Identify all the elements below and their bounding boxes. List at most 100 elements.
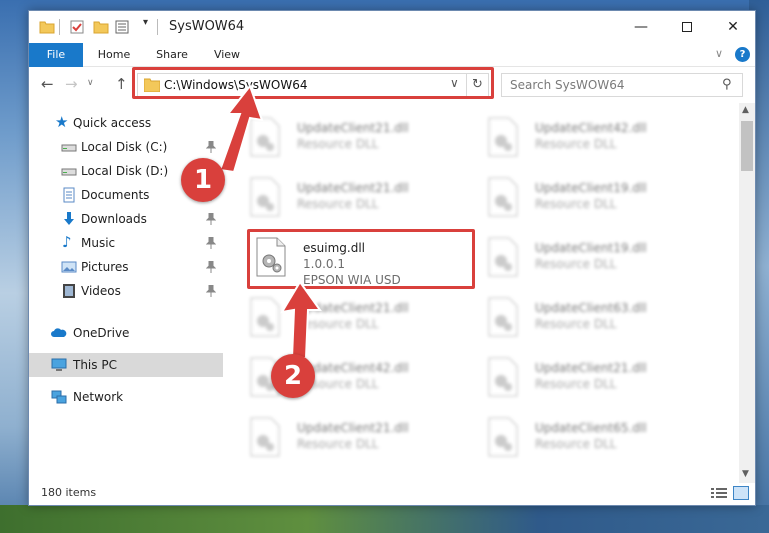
help-icon[interactable]: ? xyxy=(735,47,750,62)
file-name: UpdateClient63.dll xyxy=(535,301,647,315)
sidebar-item-music[interactable]: ♪ Music xyxy=(29,231,223,255)
customize-toolbar-icon[interactable] xyxy=(115,19,131,35)
search-input[interactable]: Search SysWOW64 xyxy=(510,78,624,92)
network-icon xyxy=(51,390,67,404)
sidebar-item-label: Local Disk (C:) xyxy=(81,140,168,154)
search-box[interactable]: Search SysWOW64 ⚲ xyxy=(501,73,743,97)
file-tile[interactable]: UpdateClient21.dll Resource DLL xyxy=(481,351,711,405)
details-view-icon[interactable] xyxy=(711,487,727,500)
recent-locations-chevron-icon[interactable]: ∨ xyxy=(87,78,94,88)
sidebar-item-label: Quick access xyxy=(73,116,152,130)
properties-check-icon[interactable] xyxy=(69,19,85,35)
sidebar-item-label: This PC xyxy=(73,358,117,372)
file-name: UpdateClient19.dll xyxy=(535,181,647,195)
desktop-wallpaper-bottom xyxy=(0,505,769,533)
sidebar-item-local-disk-c[interactable]: Local Disk (C:) xyxy=(29,135,223,159)
file-name: UpdateClient21.dll xyxy=(535,361,647,375)
file-description: Resource DLL xyxy=(297,437,379,451)
up-arrow-icon[interactable]: ↑ xyxy=(115,75,128,93)
title-bar: ▾ SysWOW64 — ✕ xyxy=(29,11,755,43)
file-tile[interactable]: UpdateClient19.dll Resource DLL xyxy=(481,171,711,225)
file-name: UpdateClient21.dll xyxy=(297,121,409,135)
sidebar-item-quick-access[interactable]: ★ Quick access xyxy=(29,111,223,135)
file-description: Resource DLL xyxy=(297,197,379,211)
scrollbar-thumb[interactable] xyxy=(741,121,753,171)
tab-share[interactable]: Share xyxy=(147,43,197,67)
toolbar-separator xyxy=(59,19,60,35)
sidebar-item-label: Local Disk (D:) xyxy=(81,164,169,178)
pin-icon[interactable] xyxy=(206,261,216,273)
file-tile[interactable]: UpdateClient21.dll Resource DLL xyxy=(243,111,473,165)
window-title: SysWOW64 xyxy=(169,19,245,34)
sidebar-item-this-pc[interactable]: This PC xyxy=(29,353,223,377)
file-description: Resource DLL xyxy=(535,317,617,331)
pin-icon[interactable] xyxy=(206,213,216,225)
documents-icon xyxy=(63,187,75,203)
dll-file-icon xyxy=(250,417,280,457)
file-description: Resource DLL xyxy=(297,137,379,151)
dll-file-icon xyxy=(488,297,518,337)
sidebar-item-downloads[interactable]: Downloads xyxy=(29,207,223,231)
file-name: UpdateClient65.dll xyxy=(535,421,647,435)
sidebar-item-label: Pictures xyxy=(81,260,129,274)
tab-file[interactable]: File xyxy=(29,43,83,67)
dll-file-icon xyxy=(250,177,280,217)
address-bar-highlight xyxy=(132,67,494,99)
back-arrow-icon[interactable]: ← xyxy=(41,75,54,93)
drive-icon xyxy=(61,144,77,152)
pictures-icon xyxy=(61,261,77,273)
minimize-button[interactable]: — xyxy=(618,11,664,43)
toolbar-separator xyxy=(157,19,158,35)
step-1-callout: 1 xyxy=(181,158,225,202)
item-count: 180 items xyxy=(41,486,97,499)
new-folder-icon[interactable] xyxy=(93,19,109,35)
file-tile[interactable]: UpdateClient21.dll Resource DLL xyxy=(243,411,473,465)
ribbon: File Home Share View ∨ ? xyxy=(29,43,755,67)
sidebar-item-videos[interactable]: Videos xyxy=(29,279,223,303)
sidebar-item-pictures[interactable]: Pictures xyxy=(29,255,223,279)
file-tile[interactable]: UpdateClient21.dll Resource DLL xyxy=(243,171,473,225)
status-bar: 180 items xyxy=(29,483,755,505)
videos-icon xyxy=(63,284,75,298)
vertical-scrollbar[interactable]: ▲ ▼ xyxy=(739,103,755,483)
expand-ribbon-chevron-icon[interactable]: ∨ xyxy=(715,47,723,60)
file-tile[interactable]: UpdateClient65.dll Resource DLL xyxy=(481,411,711,465)
tab-view[interactable]: View xyxy=(205,43,249,67)
file-description: Resource DLL xyxy=(535,197,617,211)
forward-arrow-icon[interactable]: → xyxy=(65,75,78,93)
annotation-arrow-2 xyxy=(280,280,322,359)
step-2-callout: 2 xyxy=(271,354,315,398)
file-description: Resource DLL xyxy=(535,437,617,451)
file-name: UpdateClient19.dll xyxy=(535,241,647,255)
dll-file-icon xyxy=(488,357,518,397)
dll-file-icon xyxy=(488,417,518,457)
file-name: UpdateClient21.dll xyxy=(297,181,409,195)
maximize-icon xyxy=(682,22,692,32)
file-tile[interactable]: UpdateClient42.dll Resource DLL xyxy=(481,111,711,165)
navigation-bar: ← → ∨ ↑ C:\Windows\SysWOW64 ∨ ↻ Search S… xyxy=(29,67,755,103)
folder-icon[interactable] xyxy=(39,19,55,35)
file-explorer-window: ▾ SysWOW64 — ✕ File Home Share View ∨ ? … xyxy=(28,10,756,506)
file-description: Resource DLL xyxy=(535,137,617,151)
sidebar-item-label: Videos xyxy=(81,284,121,298)
downloads-icon xyxy=(64,212,74,225)
scroll-up-arrow-icon[interactable]: ▲ xyxy=(742,105,749,115)
file-description: Resource DLL xyxy=(535,257,617,271)
pin-icon[interactable] xyxy=(206,237,216,249)
file-tile[interactable]: UpdateClient19.dll Resource DLL xyxy=(481,231,711,285)
sidebar-item-onedrive[interactable]: OneDrive xyxy=(29,321,223,345)
maximize-button[interactable] xyxy=(664,11,710,43)
pin-icon[interactable] xyxy=(206,285,216,297)
sidebar-item-network[interactable]: Network xyxy=(29,385,223,409)
tab-home[interactable]: Home xyxy=(89,43,139,67)
sidebar-item-label: Music xyxy=(81,236,116,250)
drive-icon xyxy=(61,168,77,176)
close-button[interactable]: ✕ xyxy=(710,11,755,43)
tiles-view-icon[interactable] xyxy=(733,486,749,500)
cloud-icon xyxy=(51,328,67,337)
dll-file-icon xyxy=(488,117,518,157)
search-icon[interactable]: ⚲ xyxy=(722,77,732,92)
scroll-down-arrow-icon[interactable]: ▼ xyxy=(742,469,749,479)
dll-file-icon xyxy=(488,237,518,277)
file-tile[interactable]: UpdateClient63.dll Resource DLL xyxy=(481,291,711,345)
